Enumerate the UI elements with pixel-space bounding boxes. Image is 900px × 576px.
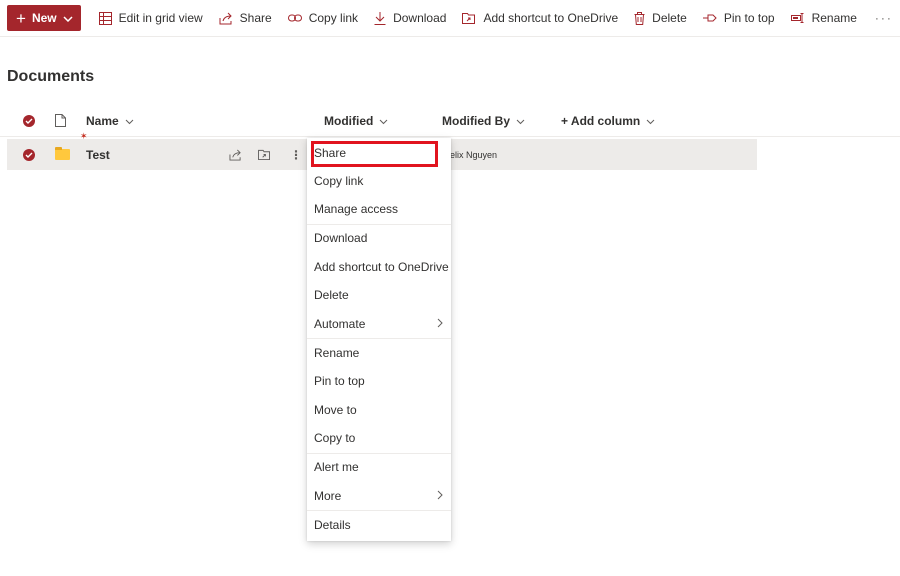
row-checkbox[interactable] xyxy=(23,139,35,170)
share-label: Share xyxy=(239,11,272,25)
menu-item-delete[interactable]: Delete xyxy=(307,281,451,309)
download-icon xyxy=(374,11,386,25)
new-button-label: New xyxy=(31,11,57,25)
check-icon xyxy=(23,114,35,127)
name-column-header[interactable]: Name xyxy=(86,104,134,137)
rename-button[interactable]: Rename xyxy=(783,0,865,37)
row-more-actions-button[interactable]: ⋮ xyxy=(290,139,302,170)
file-type-header[interactable] xyxy=(55,104,66,137)
modified-column-label: Modified xyxy=(324,113,374,128)
menu-item-label: Details xyxy=(314,518,351,532)
menu-item-label: Rename xyxy=(314,346,360,360)
rename-label: Rename xyxy=(811,11,857,25)
row-share-button[interactable] xyxy=(229,139,242,170)
menu-item-label: More xyxy=(314,489,342,503)
delete-button[interactable]: Delete xyxy=(626,0,695,37)
document-icon xyxy=(55,114,66,127)
grid-icon xyxy=(98,11,112,25)
add-column-label: + Add column xyxy=(561,113,641,128)
menu-item-add-shortcut[interactable]: Add shortcut to OneDrive xyxy=(307,253,451,281)
copy-link-label: Copy link xyxy=(308,11,359,25)
row-name[interactable]: ✶ Test xyxy=(80,131,110,170)
menu-item-move-to[interactable]: Move to xyxy=(307,396,451,424)
share-highlight-box xyxy=(311,141,438,167)
menu-item-copy-link[interactable]: Copy link xyxy=(307,167,451,195)
more-commands-button[interactable]: ··· xyxy=(865,0,900,37)
menu-item-label: Alert me xyxy=(314,460,359,474)
rename-icon xyxy=(790,13,804,23)
name-column-label: Name xyxy=(86,113,119,128)
share-icon xyxy=(229,149,241,161)
menu-item-label: Automate xyxy=(314,317,366,331)
chevron-down-icon xyxy=(516,114,525,128)
more-icon: ··· xyxy=(874,11,893,25)
chevron-down-icon xyxy=(125,114,134,128)
menu-item-manage-access[interactable]: Manage access xyxy=(307,195,451,223)
row-modified-by-label: elix Nguyen xyxy=(450,149,498,160)
menu-item-label: Pin to top xyxy=(314,374,365,388)
chevron-down-icon xyxy=(379,114,388,128)
menu-item-automate[interactable]: Automate xyxy=(307,310,451,338)
chevron-down-icon xyxy=(646,114,655,128)
pin-icon xyxy=(702,14,717,22)
check-icon xyxy=(23,148,35,161)
menu-item-rename[interactable]: Rename xyxy=(307,339,451,367)
menu-item-pin-to-top[interactable]: Pin to top xyxy=(307,367,451,395)
menu-item-download[interactable]: Download xyxy=(307,224,451,252)
new-button[interactable]: + New xyxy=(7,5,81,31)
link-icon xyxy=(287,14,302,22)
add-shortcut-button[interactable]: Add shortcut to OneDrive xyxy=(454,0,626,37)
folder-icon-cell xyxy=(55,139,70,170)
copy-link-button[interactable]: Copy link xyxy=(280,0,366,37)
menu-item-more[interactable]: More xyxy=(307,482,451,510)
menu-item-label: Download xyxy=(314,231,368,245)
select-all-checkbox[interactable] xyxy=(23,104,35,137)
row-modified-by: elix Nguyen xyxy=(450,139,497,170)
menu-item-label: Copy link xyxy=(314,174,364,188)
chevron-right-icon xyxy=(437,489,443,503)
download-button[interactable]: Download xyxy=(366,0,454,37)
download-label: Download xyxy=(393,11,447,25)
more-vertical-icon: ⋮ xyxy=(290,147,302,162)
row-shortcut-button[interactable] xyxy=(258,139,271,170)
chevron-right-icon xyxy=(437,317,443,331)
menu-item-label: Copy to xyxy=(314,431,356,445)
folder-icon xyxy=(55,147,70,160)
menu-item-copy-to[interactable]: Copy to xyxy=(307,424,451,452)
context-menu: Share Copy link Manage access Download A… xyxy=(307,138,451,541)
plus-icon: + xyxy=(16,8,26,28)
add-shortcut-label: Add shortcut to OneDrive xyxy=(483,11,619,25)
edit-grid-view-button[interactable]: Edit in grid view xyxy=(91,0,211,37)
modified-column-header[interactable]: Modified xyxy=(324,104,388,137)
add-column-header[interactable]: + Add column xyxy=(561,104,655,137)
row-name-label: Test xyxy=(86,147,110,162)
shortcut-icon xyxy=(462,13,476,24)
list-header: Name Modified Modified By + Add column xyxy=(0,104,900,137)
share-button[interactable]: Share xyxy=(211,0,280,37)
command-bar: + New Edit in grid view Share Copy link … xyxy=(0,0,900,37)
menu-item-label: Move to xyxy=(314,403,357,417)
modified-by-column-header[interactable]: Modified By xyxy=(442,104,525,137)
menu-item-label: Manage access xyxy=(314,202,399,216)
chevron-down-icon xyxy=(63,11,73,25)
edit-grid-view-label: Edit in grid view xyxy=(118,11,203,25)
menu-item-label: Add shortcut to OneDrive xyxy=(314,260,449,274)
modified-by-column-label: Modified By xyxy=(442,113,510,128)
menu-item-label: Delete xyxy=(314,288,349,302)
pin-to-top-label: Pin to top xyxy=(723,11,775,25)
pin-to-top-button[interactable]: Pin to top xyxy=(695,0,783,37)
shortcut-icon xyxy=(258,149,270,160)
share-icon xyxy=(219,12,232,24)
delete-label: Delete xyxy=(652,11,687,25)
new-item-icon: ✶ xyxy=(80,131,88,141)
menu-item-details[interactable]: Details xyxy=(307,511,451,539)
page-title: Documents xyxy=(7,68,95,85)
menu-item-alert-me[interactable]: Alert me xyxy=(307,453,451,481)
trash-icon xyxy=(634,11,645,25)
